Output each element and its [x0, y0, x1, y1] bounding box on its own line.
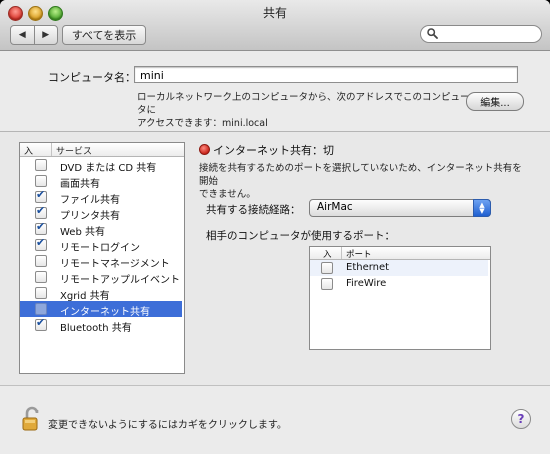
service-label: DVD または CD 共有	[60, 163, 157, 174]
service-checkbox[interactable]	[35, 159, 47, 171]
sharing-window: 共有 ◀ ▶ すべてを表示 コンピュータ名： mini ローカルネットワーク上の…	[0, 0, 550, 454]
ports-header-divider	[341, 247, 342, 259]
popup-arrows-icon: ▲ ▼	[473, 199, 491, 217]
footer: 変更できないようにするにはカギをクリックします。 ?	[0, 386, 550, 454]
service-row[interactable]: インターネット共有	[20, 301, 182, 318]
service-row[interactable]: ファイル共有	[20, 188, 182, 206]
computer-name-section: コンピュータ名： mini ローカルネットワーク上のコンピュータから、次のアドレ…	[0, 51, 550, 132]
service-row[interactable]: プリンタ共有	[20, 204, 182, 222]
service-checkbox[interactable]	[35, 303, 47, 315]
service-checkbox[interactable]	[35, 255, 47, 267]
lock-icon[interactable]	[22, 406, 42, 432]
service-row[interactable]: リモートマネージメント	[20, 253, 182, 270]
service-row[interactable]: リモートログイン	[20, 236, 182, 254]
route-popup[interactable]: AirMac ▲ ▼	[309, 199, 491, 217]
help-icon: ?	[517, 412, 525, 426]
ports-label: 相手のコンピュータが使用するポート：	[206, 230, 395, 242]
computer-name-description-line2: アクセスできます：mini.local	[137, 118, 268, 129]
header-divider	[51, 143, 52, 156]
edit-button[interactable]: 編集...	[466, 92, 524, 111]
port-label: FireWire	[346, 278, 387, 289]
status-description-line1: 接続を共有するためのポートを選択していないため、インターネット共有を開始	[199, 163, 522, 187]
ports-header-port: ポート	[346, 250, 372, 260]
service-row[interactable]: 画面共有	[20, 173, 182, 190]
service-checkbox[interactable]	[35, 236, 47, 251]
titlebar: 共有 ◀ ▶ すべてを表示	[0, 0, 550, 51]
service-row[interactable]: Web 共有	[20, 220, 182, 238]
port-row[interactable]: FireWire	[310, 276, 488, 292]
service-label: リモートマネージメント	[60, 259, 170, 270]
computer-name-description: ローカルネットワーク上のコンピュータから、次のアドレスでこのコンピュータに アク…	[137, 91, 470, 130]
service-row[interactable]: リモートアップルイベント	[20, 269, 182, 286]
computer-name-label: コンピュータ名：	[48, 71, 136, 84]
port-label: Ethernet	[346, 262, 390, 273]
forward-button[interactable]: ▶	[35, 26, 58, 44]
help-button[interactable]: ?	[511, 409, 531, 429]
search-icon	[427, 28, 438, 39]
service-checkbox[interactable]	[35, 287, 47, 299]
services-table[interactable]: 入 サービス DVD または CD 共有画面共有ファイル共有プリンタ共有 Web …	[19, 142, 185, 374]
service-label: Xgrid 共有	[60, 291, 110, 302]
service-label: Bluetooth 共有	[60, 323, 132, 334]
service-label: リモートログイン	[60, 243, 140, 254]
service-label: ファイル共有	[60, 195, 120, 206]
service-checkbox[interactable]	[35, 188, 47, 203]
show-all-button[interactable]: すべてを表示	[62, 25, 146, 45]
header-on: 入	[24, 147, 34, 157]
status-indicator-icon	[199, 144, 210, 155]
computer-name-input[interactable]: mini	[134, 66, 518, 83]
service-checkbox[interactable]	[35, 220, 47, 235]
service-checkbox[interactable]	[35, 175, 47, 187]
service-label: 画面共有	[60, 179, 100, 190]
service-label: Web 共有	[60, 227, 105, 238]
service-checkbox[interactable]	[35, 204, 47, 219]
window-title: 共有	[262, 6, 287, 20]
route-value: AirMac	[317, 201, 353, 213]
service-row[interactable]: Xgrid 共有	[20, 285, 182, 302]
service-label: リモートアップルイベント	[60, 275, 180, 286]
sharing-panel: 入 サービス DVD または CD 共有画面共有ファイル共有プリンタ共有 Web …	[0, 132, 550, 386]
service-checkbox[interactable]	[35, 271, 47, 283]
service-label: インターネット共有	[60, 307, 150, 318]
forward-arrow-icon: ▶	[42, 30, 50, 40]
lock-message: 変更できないようにするにはカギをクリックします。	[48, 420, 287, 431]
port-checkbox[interactable]	[321, 262, 333, 274]
search-field[interactable]	[420, 25, 542, 43]
ports-table-header: 入 ポート	[310, 247, 490, 260]
route-label: 共有する接続経路：	[206, 204, 301, 216]
services-table-header: 入 サービス	[20, 143, 184, 157]
status-text: インターネット共有：切	[213, 144, 334, 157]
service-label: プリンタ共有	[60, 211, 120, 222]
header-service: サービス	[56, 147, 93, 157]
computer-name-description-line1: ローカルネットワーク上のコンピュータから、次のアドレスでこのコンピュータに	[137, 92, 470, 116]
service-row[interactable]: Bluetooth 共有	[20, 316, 182, 334]
back-arrow-icon: ◀	[18, 30, 26, 40]
port-checkbox[interactable]	[321, 278, 333, 290]
ports-table[interactable]: 入 ポート Ethernet FireWire	[309, 246, 491, 350]
service-checkbox[interactable]	[35, 316, 47, 331]
status-description: 接続を共有するためのポートを選択していないため、インターネット共有を開始 できま…	[199, 162, 529, 201]
port-row[interactable]: Ethernet	[310, 260, 488, 276]
service-row[interactable]: DVD または CD 共有	[20, 157, 182, 174]
nav-buttons: ◀ ▶	[10, 25, 58, 45]
ports-header-on: 入	[323, 250, 332, 260]
back-button[interactable]: ◀	[11, 26, 35, 44]
